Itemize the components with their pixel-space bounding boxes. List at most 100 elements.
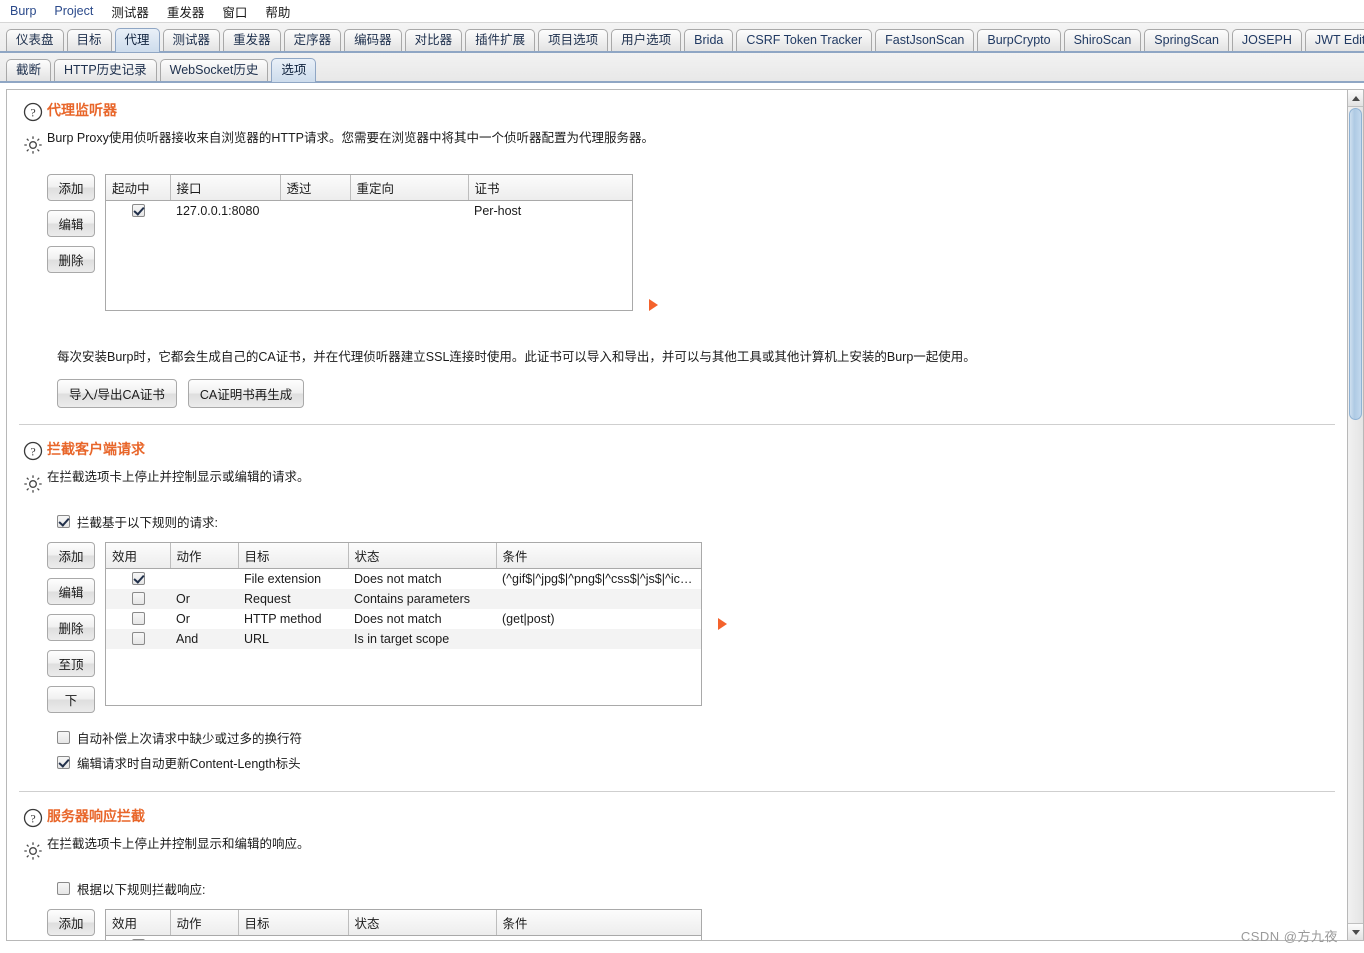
vertical-scrollbar[interactable] bbox=[1347, 89, 1364, 941]
settings-gear-icon[interactable] bbox=[23, 841, 43, 864]
scrollbar-thumb[interactable] bbox=[1349, 108, 1362, 420]
tab-websocket-history[interactable]: WebSocket历史 bbox=[159, 59, 269, 81]
rule-enabled-checkbox[interactable] bbox=[131, 632, 145, 645]
col-interface[interactable]: 接口 bbox=[170, 175, 281, 201]
table-row[interactable]: Or Request Contains parameters bbox=[106, 589, 701, 609]
table-row[interactable]: Content type h... Matches text bbox=[106, 936, 701, 940]
col-match-type[interactable]: 目标 bbox=[238, 910, 349, 936]
table-row[interactable]: 127.0.0.1:8080 Per-host bbox=[106, 201, 632, 222]
tab-repeater[interactable]: 重发器 bbox=[223, 29, 281, 51]
tab-project-options[interactable]: 项目选项 bbox=[538, 29, 609, 51]
intercept-responses-enable-row[interactable]: 根据以下规则拦截响应: bbox=[47, 876, 1337, 901]
listener-edit-button[interactable]: 编辑 bbox=[47, 210, 95, 237]
tab-decoder[interactable]: 编码器 bbox=[344, 29, 402, 51]
cell-enabled[interactable] bbox=[106, 569, 170, 590]
cell-enabled[interactable] bbox=[106, 609, 170, 629]
col-invisible[interactable]: 透过 bbox=[280, 175, 351, 201]
col-operator[interactable]: 动作 bbox=[170, 910, 239, 936]
listeners-button-stack: 添加 编辑 删除 bbox=[47, 174, 95, 273]
tab-extender[interactable]: 插件扩展 bbox=[465, 29, 536, 51]
tab-fastjsonscan[interactable]: FastJsonScan bbox=[875, 29, 975, 51]
col-running[interactable]: 起动中 bbox=[106, 175, 171, 201]
table-row[interactable]: Or HTTP method Does not match (get|post) bbox=[106, 609, 701, 629]
col-operator[interactable]: 动作 bbox=[170, 543, 239, 569]
cell-relationship: Does not match bbox=[354, 572, 442, 586]
table-row[interactable]: File extension Does not match (^gif$|^jp… bbox=[106, 569, 701, 590]
tab-sequencer[interactable]: 定序器 bbox=[283, 29, 342, 51]
scroll-up-button[interactable] bbox=[1348, 90, 1363, 107]
col-match-type[interactable]: 目标 bbox=[238, 543, 349, 569]
col-condition[interactable]: 条件 bbox=[496, 543, 701, 569]
col-redirect[interactable]: 重定向 bbox=[350, 175, 469, 201]
col-enabled[interactable]: 效用 bbox=[106, 910, 171, 936]
burp-suite-window: Burp Project 测试器 重发器 窗口 帮助 仪表盘 目标 代理 测试器… bbox=[0, 0, 1364, 953]
tab-user-options[interactable]: 用户选项 bbox=[611, 29, 682, 51]
tab-brida[interactable]: Brida bbox=[684, 29, 734, 51]
intercept-responses-enable-checkbox[interactable] bbox=[57, 882, 70, 895]
menu-item-window[interactable]: 窗口 bbox=[220, 1, 249, 22]
intercept-request-rules-table[interactable]: 效用 动作 目标 状态 条件 File extension Does not m… bbox=[105, 542, 702, 706]
col-relationship[interactable]: 状态 bbox=[348, 543, 497, 569]
table-row[interactable]: And URL Is in target scope bbox=[106, 629, 701, 649]
settings-gear-icon[interactable] bbox=[23, 135, 43, 158]
auto-fix-newlines-checkbox[interactable] bbox=[57, 731, 70, 744]
settings-gear-icon[interactable] bbox=[23, 474, 43, 497]
tab-shiroscan[interactable]: ShiroScan bbox=[1063, 29, 1142, 51]
tab-target[interactable]: 目标 bbox=[66, 29, 112, 51]
table-header-row: 效用 动作 目标 状态 条件 bbox=[106, 543, 701, 569]
request-rule-add-button[interactable]: 添加 bbox=[47, 542, 95, 569]
request-rule-edit-button[interactable]: 编辑 bbox=[47, 578, 95, 605]
tab-joseph[interactable]: JOSEPH bbox=[1231, 29, 1302, 51]
menu-item-burp[interactable]: Burp bbox=[8, 3, 38, 19]
request-rules-table-block: 添加 编辑 删除 至顶 下 效用 动作 目标 状态 条件 File extens… bbox=[47, 534, 1337, 713]
tab-options[interactable]: 选项 bbox=[271, 58, 317, 82]
cell-enabled[interactable] bbox=[106, 936, 170, 940]
request-rule-remove-button[interactable]: 删除 bbox=[47, 614, 95, 641]
listener-running-checkbox[interactable] bbox=[131, 204, 145, 217]
intercept-response-rules-table[interactable]: 效用 动作 目标 状态 条件 bbox=[105, 909, 702, 940]
import-export-ca-certificate-button[interactable]: 导入/导出CA证书 bbox=[57, 379, 177, 408]
menu-item-intruder[interactable]: 测试器 bbox=[109, 1, 151, 22]
menu-item-project[interactable]: Project bbox=[52, 3, 95, 19]
response-rule-add-button[interactable]: 添加 bbox=[47, 909, 95, 936]
tab-intruder[interactable]: 测试器 bbox=[162, 29, 221, 51]
scroll-down-button[interactable] bbox=[1348, 923, 1363, 940]
cell-enabled[interactable] bbox=[106, 589, 170, 609]
request-rule-down-button[interactable]: 下 bbox=[47, 686, 95, 713]
tab-proxy[interactable]: 代理 bbox=[114, 28, 160, 52]
tab-csrf-token-tracker[interactable]: CSRF Token Tracker bbox=[736, 29, 873, 51]
cell-enabled[interactable] bbox=[106, 629, 170, 649]
tab-http-history[interactable]: HTTP历史记录 bbox=[54, 59, 157, 81]
tab-comparer[interactable]: 对比器 bbox=[404, 29, 463, 51]
tab-jwt-editor-keys[interactable]: JWT Editor Keys bbox=[1304, 29, 1364, 51]
rule-enabled-checkbox[interactable] bbox=[131, 592, 145, 605]
auto-fix-newlines-row[interactable]: 自动补偿上次请求中缺少或过多的换行符 bbox=[57, 725, 1337, 750]
col-certificate[interactable]: 证书 bbox=[468, 175, 632, 201]
col-relationship[interactable]: 状态 bbox=[348, 910, 497, 936]
tab-intercept[interactable]: 截断 bbox=[6, 59, 52, 81]
proxy-listeners-table[interactable]: 起动中 接口 透过 重定向 证书 127.0.0.1:8080 Per-host bbox=[105, 174, 633, 311]
intercept-requests-enable-checkbox[interactable] bbox=[57, 515, 70, 528]
rule-enabled-checkbox[interactable] bbox=[131, 612, 145, 625]
tab-burpcrypto[interactable]: BurpCrypto bbox=[977, 29, 1061, 51]
col-enabled[interactable]: 效用 bbox=[106, 543, 171, 569]
tab-dashboard[interactable]: 仪表盘 bbox=[6, 29, 64, 51]
col-condition[interactable]: 条件 bbox=[496, 910, 701, 936]
menu-item-help[interactable]: 帮助 bbox=[263, 1, 292, 22]
help-question-icon[interactable]: ? bbox=[23, 102, 43, 125]
menu-item-repeater[interactable]: 重发器 bbox=[165, 1, 207, 22]
rule-enabled-checkbox[interactable] bbox=[131, 939, 145, 940]
request-rule-up-button[interactable]: 至顶 bbox=[47, 650, 95, 677]
cell-running[interactable] bbox=[106, 201, 170, 222]
auto-update-content-length-row[interactable]: 编辑请求时自动更新Content-Length标头 bbox=[57, 750, 1337, 775]
regenerate-ca-certificate-button[interactable]: CA证明书再生成 bbox=[187, 379, 305, 408]
response-rules-button-stack: 添加 编辑 bbox=[47, 909, 95, 940]
auto-update-content-length-checkbox[interactable] bbox=[57, 756, 70, 769]
rule-enabled-checkbox[interactable] bbox=[131, 572, 145, 585]
tab-springscan[interactable]: SpringScan bbox=[1144, 29, 1229, 51]
help-question-icon[interactable]: ? bbox=[23, 441, 43, 464]
listener-add-button[interactable]: 添加 bbox=[47, 174, 95, 201]
listener-remove-button[interactable]: 删除 bbox=[47, 246, 95, 273]
intercept-requests-enable-row[interactable]: 拦截基于以下规则的请求: bbox=[47, 509, 1337, 534]
help-question-icon[interactable]: ? bbox=[23, 808, 43, 831]
